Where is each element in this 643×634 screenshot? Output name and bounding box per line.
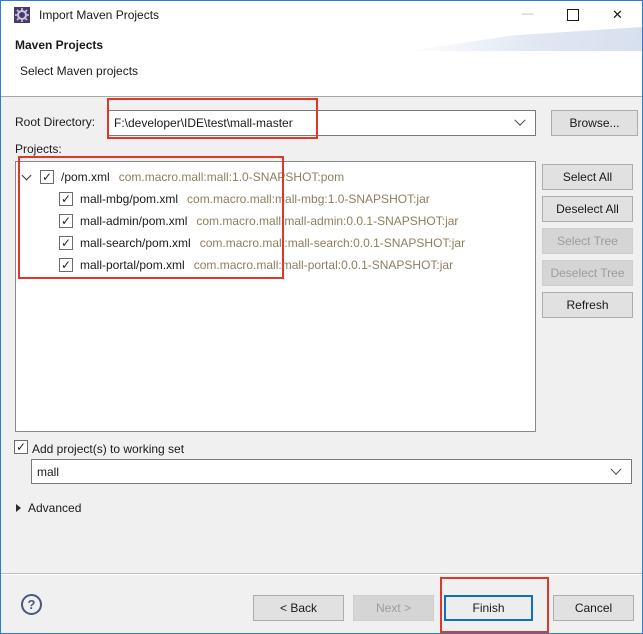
- project-tree[interactable]: ✓ /pom.xml com.macro.mall:mall:1.0-SNAPS…: [15, 161, 536, 432]
- project-name: mall-portal/pom.xml: [80, 258, 185, 272]
- back-button[interactable]: < Back: [253, 595, 344, 621]
- tree-row[interactable]: ✓ mall-search/pom.xml com.macro.mall:mal…: [16, 232, 535, 254]
- projects-label: Projects:: [15, 142, 62, 156]
- select-tree-label: Select Tree: [557, 234, 618, 248]
- deselect-tree-label: Deselect Tree: [550, 266, 624, 280]
- check-icon: ✓: [61, 237, 71, 249]
- tree-row[interactable]: ✓ mall-admin/pom.xml com.macro.mall:mall…: [16, 210, 535, 232]
- chevron-down-icon[interactable]: [610, 463, 621, 474]
- back-button-label: < Back: [280, 601, 317, 615]
- project-name: /pom.xml: [61, 170, 110, 184]
- tree-row[interactable]: ✓ mall-portal/pom.xml com.macro.mall:mal…: [16, 254, 535, 276]
- refresh-button[interactable]: Refresh: [542, 292, 633, 318]
- check-icon: ✓: [61, 215, 71, 227]
- help-button[interactable]: ?: [21, 594, 42, 615]
- select-all-button[interactable]: Select All: [542, 164, 633, 190]
- maximize-button[interactable]: [550, 1, 595, 29]
- project-checkbox[interactable]: ✓: [40, 170, 54, 184]
- close-icon: ✕: [612, 7, 623, 23]
- deselect-all-button[interactable]: Deselect All: [542, 196, 633, 222]
- working-set-label[interactable]: Add project(s) to working set: [32, 442, 184, 456]
- root-directory-combobox[interactable]: F:\developer\IDE\test\mall-master: [108, 110, 536, 136]
- expander-arrow-icon: [16, 504, 21, 512]
- browse-button[interactable]: Browse...: [551, 110, 638, 136]
- finish-button[interactable]: Finish: [444, 595, 533, 621]
- project-coordinates: com.macro.mall:mall-admin:0.0.1-SNAPSHOT…: [196, 214, 458, 228]
- root-directory-label: Root Directory:: [15, 115, 95, 129]
- project-coordinates: com.macro.mall:mall-search:0.0.1-SNAPSHO…: [200, 236, 465, 250]
- check-icon: ✓: [61, 259, 71, 271]
- project-name: mall-search/pom.xml: [80, 236, 191, 250]
- minimize-icon: —: [522, 6, 534, 20]
- tree-row[interactable]: ✓ /pom.xml com.macro.mall:mall:1.0-SNAPS…: [16, 166, 535, 188]
- import-maven-projects-dialog: Import Maven Projects — ✕ Maven Projects…: [0, 0, 643, 634]
- refresh-label: Refresh: [566, 298, 608, 312]
- check-icon: ✓: [16, 441, 26, 453]
- check-icon: ✓: [42, 171, 52, 183]
- project-checkbox[interactable]: ✓: [59, 214, 73, 228]
- project-name: mall-mbg/pom.xml: [80, 192, 178, 206]
- question-icon: ?: [28, 597, 36, 612]
- project-checkbox[interactable]: ✓: [59, 236, 73, 250]
- project-checkbox[interactable]: ✓: [59, 192, 73, 206]
- root-directory-value: F:\developer\IDE\test\mall-master: [109, 116, 516, 130]
- advanced-label: Advanced: [28, 501, 81, 515]
- browse-button-label: Browse...: [569, 116, 619, 130]
- wizard-banner: Maven Projects Select Maven projects: [1, 29, 642, 97]
- banner-subtitle: Select Maven projects: [20, 64, 138, 78]
- expand-chevron-icon[interactable]: [22, 171, 32, 181]
- working-set-combobox[interactable]: mall: [31, 459, 632, 484]
- advanced-expander[interactable]: Advanced: [16, 501, 81, 515]
- minimize-button: —: [505, 1, 550, 29]
- tree-row[interactable]: ✓ mall-mbg/pom.xml com.macro.mall:mall-m…: [16, 188, 535, 210]
- project-checkbox[interactable]: ✓: [59, 258, 73, 272]
- project-coordinates: com.macro.mall:mall-portal:0.0.1-SNAPSHO…: [194, 258, 453, 272]
- select-all-label: Select All: [563, 170, 612, 184]
- finish-button-label: Finish: [472, 601, 504, 615]
- maximize-icon: [567, 9, 579, 21]
- deselect-all-label: Deselect All: [556, 202, 619, 216]
- close-button[interactable]: ✕: [595, 1, 640, 29]
- window-title: Import Maven Projects: [39, 8, 159, 22]
- working-set-checkbox[interactable]: ✓: [14, 440, 28, 454]
- project-coordinates: com.macro.mall:mall-mbg:1.0-SNAPSHOT:jar: [187, 192, 430, 206]
- banner-title: Maven Projects: [15, 38, 103, 52]
- deselect-tree-button: Deselect Tree: [542, 260, 633, 286]
- next-button: Next >: [353, 595, 434, 621]
- select-tree-button: Select Tree: [542, 228, 633, 254]
- working-set-value: mall: [32, 465, 612, 479]
- check-icon: ✓: [61, 193, 71, 205]
- import-wizard-icon: [14, 7, 30, 23]
- banner-decoration: [407, 27, 642, 51]
- next-button-label: Next >: [376, 601, 411, 615]
- cancel-button-label: Cancel: [575, 601, 612, 615]
- project-coordinates: com.macro.mall:mall:1.0-SNAPSHOT:pom: [119, 170, 344, 184]
- chevron-down-icon[interactable]: [514, 115, 525, 126]
- project-name: mall-admin/pom.xml: [80, 214, 187, 228]
- titlebar: Import Maven Projects — ✕: [1, 1, 642, 29]
- cancel-button[interactable]: Cancel: [553, 595, 634, 621]
